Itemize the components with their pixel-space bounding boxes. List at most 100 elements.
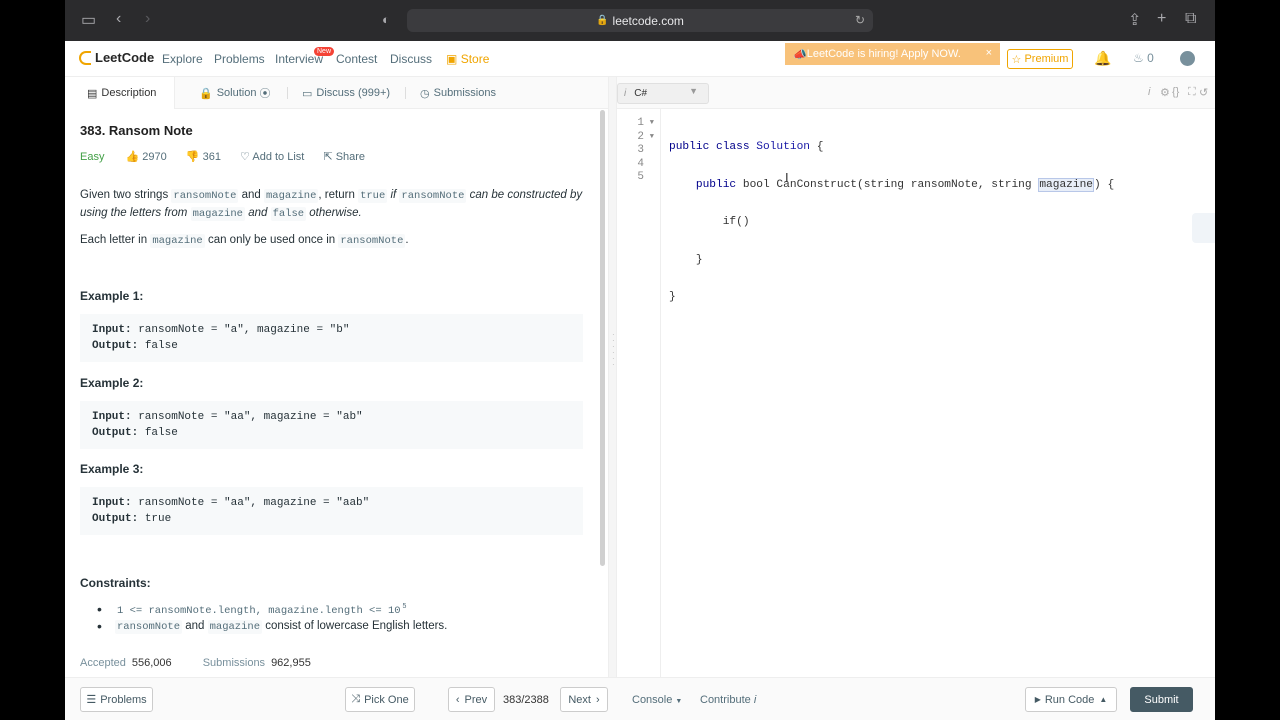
- info-icon: i: [753, 694, 757, 706]
- like-button[interactable]: 👍 2970: [126, 151, 167, 163]
- drag-handle-icon: · · · · · ·: [612, 330, 615, 369]
- store-icon: ▣: [446, 52, 458, 66]
- nav-store[interactable]: ▣ Store: [446, 52, 489, 66]
- avatar[interactable]: [1180, 51, 1195, 66]
- tab-discuss[interactable]: ▭ Discuss (999+): [288, 77, 406, 109]
- tab-submissions[interactable]: ◷ Submissions: [406, 77, 526, 109]
- thumbs-up-icon: 👍: [125, 151, 140, 163]
- browser-window: ▭ ‹ › ◐ 🔒 leetcode.com ↻ ⇪ + ⧉ LeetCode …: [65, 0, 1215, 720]
- document-icon: ▤: [87, 87, 98, 100]
- line-gutter: 1 ▼ 2 ▼ 3 4 5: [617, 109, 661, 677]
- language-select[interactable]: i C# ▼: [617, 83, 709, 104]
- page-indicator: 383/2388: [503, 694, 549, 706]
- chevron-down-icon: ▼: [689, 86, 698, 96]
- close-icon[interactable]: ×: [986, 47, 992, 59]
- run-code-button[interactable]: ▶ Run Code ▲: [1025, 687, 1117, 712]
- fold-icon[interactable]: ▼: [650, 131, 654, 145]
- bottom-bar: ☰ Problems ⤨ Pick One ‹ Prev 383/2388 Next ›…: [65, 677, 1215, 720]
- clock-icon: ◷: [420, 87, 430, 100]
- nav-problems[interactable]: Problems: [214, 52, 265, 66]
- tab-description[interactable]: ▤ Description: [65, 77, 175, 109]
- new-badge: New: [314, 47, 335, 56]
- streak[interactable]: ♨ 0: [1133, 51, 1154, 65]
- nav-discuss[interactable]: Discuss: [390, 52, 432, 66]
- next-button[interactable]: Next ›: [560, 687, 608, 712]
- fullscreen-icon[interactable]: ⛶: [1188, 86, 1196, 99]
- share-icon[interactable]: ⇪: [1128, 10, 1141, 30]
- play-icon: ⦿: [259, 88, 271, 100]
- constraints-heading: Constraints:: [80, 576, 151, 590]
- chevron-right-icon: ›: [595, 693, 600, 706]
- code-line: }: [669, 253, 703, 266]
- star-icon: ☆: [1011, 53, 1025, 66]
- tab-overview-icon[interactable]: ⧉: [1185, 10, 1196, 28]
- reset-icon[interactable]: ↺: [1199, 86, 1208, 99]
- submit-button[interactable]: Submit: [1130, 687, 1193, 712]
- code-line: public class Solution {: [669, 141, 824, 153]
- problems-button[interactable]: ☰ Problems: [80, 687, 153, 712]
- line-number: 3: [637, 144, 644, 157]
- problem-description: 383. Ransom Note Easy 👍 2970 👎 361 ♡ Add…: [80, 109, 585, 679]
- dislike-button[interactable]: 👎 361: [186, 151, 221, 163]
- line-number: 1 ▼: [637, 117, 654, 131]
- nav-contest[interactable]: Contest: [336, 52, 377, 66]
- problem-stats: Accepted 556,006 Submissions 962,955: [80, 657, 311, 669]
- selection-highlight: magazine: [1038, 177, 1095, 192]
- add-to-list-button[interactable]: ♡ Add to List: [240, 151, 304, 163]
- example-3-block: Input: ransomNote = "aa", magazine = "aa…: [80, 487, 583, 535]
- forward-icon[interactable]: ›: [145, 10, 150, 28]
- example-3-heading: Example 3:: [80, 462, 144, 476]
- nav-explore[interactable]: Explore: [162, 52, 203, 66]
- problem-meta: Easy 👍 2970 👎 361 ♡ Add to List ⇱ Share: [80, 150, 365, 163]
- fold-icon[interactable]: ▼: [650, 117, 654, 131]
- share-button[interactable]: ⇱ Share: [323, 151, 365, 163]
- prev-button[interactable]: ‹ Prev: [448, 687, 495, 712]
- description-scrollbar[interactable]: [600, 110, 605, 566]
- line-number: 4: [637, 157, 644, 170]
- problem-tabs: ▤ Description 🔒 Solution ⦿ ▭ Discuss (99…: [65, 77, 608, 109]
- list-icon: ☰: [86, 694, 97, 706]
- sidebar-toggle-icon[interactable]: ▭: [81, 10, 96, 30]
- constraints-list: 1 <= ransomNote.length, magazine.length …: [80, 601, 585, 637]
- example-2-block: Input: ransomNote = "aa", magazine = "ab…: [80, 401, 583, 449]
- console-button[interactable]: Console ▼: [632, 694, 682, 706]
- settings-icon[interactable]: ⚙: [1160, 86, 1170, 99]
- leetcode-logo[interactable]: LeetCode: [79, 50, 154, 65]
- reload-icon[interactable]: ↻: [855, 13, 865, 27]
- hiring-banner[interactable]: 📣 LeetCode is hiring! Apply NOW. ×: [785, 43, 1000, 65]
- premium-button[interactable]: ☆ Premium: [1007, 49, 1073, 69]
- line-number: 2 ▼: [637, 130, 654, 145]
- example-1-heading: Example 1:: [80, 289, 144, 303]
- shuffle-icon: ⤨: [351, 693, 361, 705]
- code-text[interactable]: public class Solution { public bool CanC…: [669, 117, 1114, 329]
- code-line: if(): [669, 216, 750, 229]
- info-icon[interactable]: i: [1148, 86, 1150, 98]
- list-item: ransomNote and magazine consist of lower…: [80, 618, 585, 637]
- new-tab-icon[interactable]: +: [1157, 10, 1166, 28]
- contribute-button[interactable]: Contribute i: [700, 694, 756, 706]
- url-text: leetcode.com: [612, 13, 684, 28]
- braces-icon[interactable]: {}: [1172, 86, 1179, 98]
- code-line: }: [669, 291, 676, 304]
- address-bar[interactable]: 🔒 leetcode.com ↻: [407, 9, 873, 32]
- code-line: public bool CanConstruct(string ransomNo…: [669, 177, 1115, 192]
- editor-toolbar: i C# ▼ i {} ↺: [617, 77, 1215, 109]
- fire-icon: ♨: [1133, 51, 1144, 65]
- play-icon: ▶: [1034, 695, 1041, 704]
- heart-icon: ♡: [240, 151, 250, 163]
- leetcode-logo-icon: [79, 50, 91, 65]
- example-2-heading: Example 2:: [80, 376, 144, 390]
- side-panel-tab[interactable]: [1192, 213, 1215, 243]
- lock-icon: 🔒: [596, 15, 609, 26]
- pick-one-button[interactable]: ⤨ Pick One: [345, 687, 415, 712]
- pane-resizer[interactable]: · · · · · ·: [608, 77, 617, 677]
- code-editor[interactable]: 1 ▼ 2 ▼ 3 4 5 public class Solution { publ…: [617, 109, 1215, 677]
- problem-statement: Given two strings ransomNote and magazin…: [80, 189, 583, 221]
- browser-toolbar: ▭ ‹ › ◐ 🔒 leetcode.com ↻ ⇪ + ⧉: [65, 0, 1215, 41]
- info-icon: i: [624, 88, 627, 99]
- chevron-down-icon: ▼: [675, 698, 683, 705]
- tab-solution[interactable]: 🔒 Solution ⦿: [175, 77, 288, 109]
- shield-icon[interactable]: ◐: [382, 12, 390, 27]
- bell-icon[interactable]: 🔔: [1094, 50, 1111, 66]
- back-icon[interactable]: ‹: [116, 10, 121, 28]
